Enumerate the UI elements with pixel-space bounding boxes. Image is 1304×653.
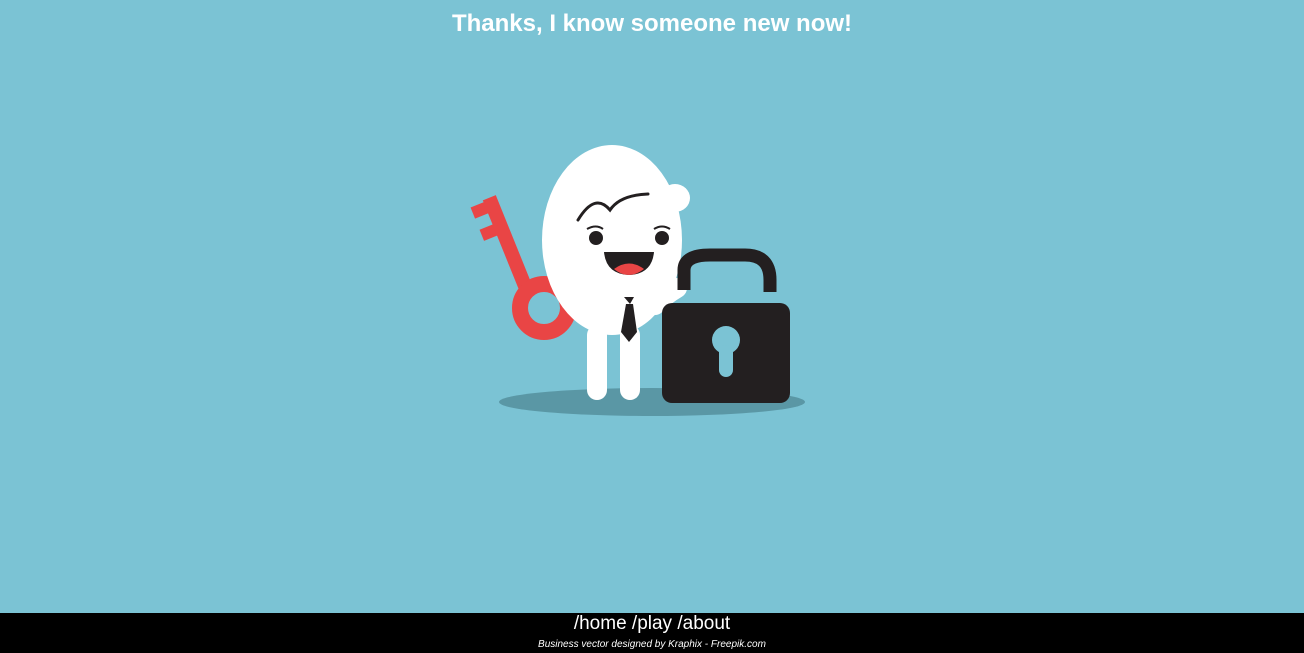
page-title: Thanks, I know someone new now! <box>451 10 853 37</box>
nav-link-play[interactable]: /play <box>632 613 672 634</box>
eye-left-icon <box>589 231 603 245</box>
nav-link-about[interactable]: /about <box>677 613 730 634</box>
nav-link-home[interactable]: /home <box>574 613 627 634</box>
footer: /home /play /about Business vector desig… <box>0 613 1304 653</box>
eye-right-icon <box>655 231 669 245</box>
mascot-illustration <box>470 130 830 430</box>
footer-credit: Business vector designed by Kraphix - Fr… <box>538 639 766 650</box>
padlock-unlocked-icon <box>662 248 790 403</box>
footer-nav: /home /play /about <box>0 613 1304 634</box>
